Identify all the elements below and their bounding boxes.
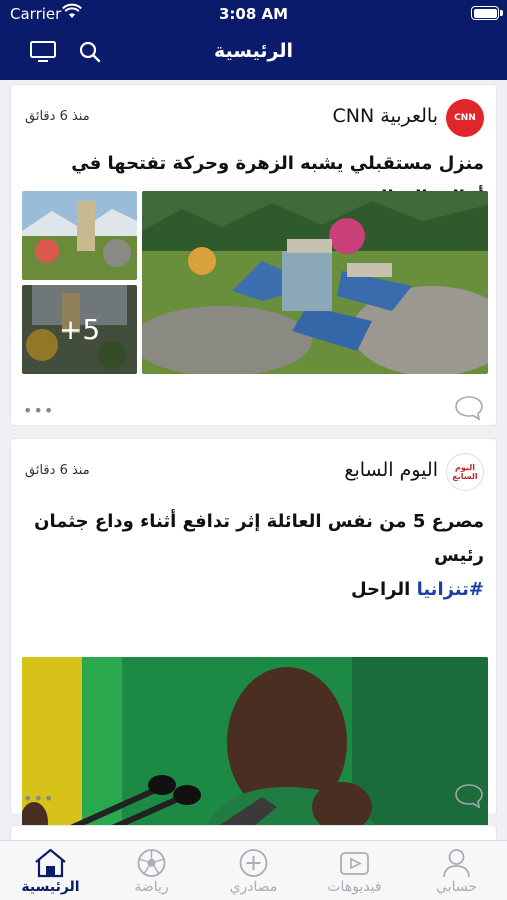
news-feed[interactable]: CNN بالعربية CNN منذ 6 دقائق منزل مستقبل…: [0, 80, 507, 840]
tab-label: رياضة: [134, 879, 169, 895]
soccer-ball-icon: [137, 849, 166, 877]
news-card[interactable]: اليوم السابع اليوم السابع منذ 6 دقائق مص…: [10, 438, 497, 840]
plus-circle-icon: [239, 849, 268, 877]
source-logo[interactable]: اليوم السابع: [446, 453, 484, 491]
more-options-button[interactable]: •••: [23, 789, 54, 808]
tab-label: مصادري: [229, 879, 278, 895]
article-image-thumb[interactable]: [22, 191, 137, 280]
source-logo[interactable]: CNN: [446, 99, 484, 137]
source-name[interactable]: بالعربية CNN: [333, 105, 438, 127]
comment-icon[interactable]: [454, 783, 484, 809]
clock: 3:08 AM: [218, 5, 289, 23]
video-icon: [340, 852, 369, 875]
news-card[interactable]: CNN بالعربية CNN منذ 6 دقائق منزل مستقبل…: [10, 84, 497, 426]
tab-account[interactable]: حسابي: [406, 847, 507, 895]
timestamp: منذ 6 دقائق: [25, 109, 90, 124]
tab-home[interactable]: الرئيسية: [0, 847, 101, 895]
tab-label: حسابي: [436, 879, 477, 895]
more-images-count: +5: [22, 285, 137, 374]
more-options-button[interactable]: •••: [23, 401, 54, 420]
comment-icon[interactable]: [454, 395, 484, 421]
tab-label: فيديوهات: [327, 879, 382, 895]
status-bar: Carrier 3:08 AM: [0, 0, 507, 28]
source-name[interactable]: اليوم السابع: [344, 459, 438, 481]
hashtag-link[interactable]: #تنزانيا: [417, 579, 484, 600]
battery-icon: [471, 6, 503, 20]
tab-sports[interactable]: رياضة: [101, 847, 202, 895]
article-image-more[interactable]: +5: [22, 285, 137, 374]
tab-videos[interactable]: فيديوهات: [304, 847, 405, 895]
tab-label: الرئيسية: [21, 879, 80, 895]
headline-line: مصرع 5 من نفس العائلة إثر تدافع أثناء ود…: [34, 511, 484, 566]
home-icon: [35, 848, 66, 878]
headline-line: #تنزانيا الراحل: [350, 579, 484, 600]
bottom-tab-bar: حسابي فيديوهات مصادري رياضة الرئيسية: [0, 840, 507, 900]
tab-sources[interactable]: مصادري: [203, 847, 304, 895]
timestamp: منذ 6 دقائق: [25, 463, 90, 478]
headline[interactable]: مصرع 5 من نفس العائلة إثر تدافع أثناء ود…: [23, 505, 484, 607]
page-title: الرئيسية: [214, 40, 293, 62]
news-card[interactable]: [10, 825, 497, 840]
article-image-main[interactable]: [142, 191, 488, 374]
article-image-main[interactable]: [22, 657, 488, 840]
person-icon: [443, 849, 470, 878]
top-bar: Carrier 3:08 AM الرئيسية: [0, 0, 507, 80]
